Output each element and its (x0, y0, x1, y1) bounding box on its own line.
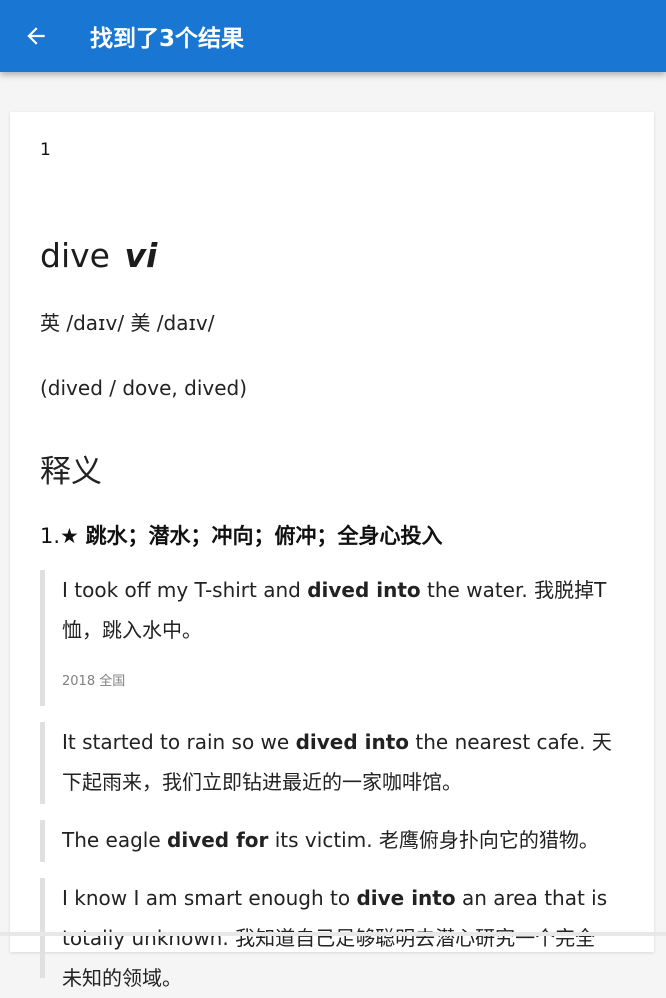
example-sentence: The eagle dived for its victim. 老鹰俯身扑向它的… (40, 820, 615, 862)
example-keyword: dived for (167, 828, 269, 852)
result-card: 1 dive vi 英 /daɪv/ 美 /daɪv/ (dived / dov… (10, 112, 654, 990)
sense-number: 1.★ (40, 524, 79, 548)
example-keyword: dive into (356, 886, 456, 910)
sense-text: 跳水；潜水；冲向；俯冲；全身心投入 (85, 524, 443, 548)
headword-text: dive (40, 236, 110, 275)
example-sentence: It started to rain so we dived into the … (40, 722, 615, 804)
result-index: 1 (40, 140, 51, 160)
example-keyword: dived into (307, 578, 421, 602)
verb-forms: (dived / dove, dived) (40, 376, 248, 400)
back-button[interactable] (0, 0, 72, 72)
headword: dive vi (40, 236, 157, 275)
example-text: I took off my T-shirt and (62, 578, 308, 602)
page-title: 找到了3个结果 (90, 26, 245, 52)
example-text: The eagle (62, 828, 168, 852)
example-text: I know I am smart enough to (62, 886, 357, 910)
example-keyword: dived into (295, 730, 410, 754)
part-of-speech: vi (124, 236, 158, 275)
sense-definition: 1.★ 跳水；潜水；冲向；俯冲；全身心投入 (40, 520, 443, 550)
example-source: 2018 全国 (62, 674, 126, 689)
bottom-divider (0, 932, 666, 936)
arrow-left-icon (27, 27, 45, 45)
example-text: It started to rain so we (62, 730, 296, 754)
phonetics: 英 /daɪv/ 美 /daɪv/ (40, 311, 215, 335)
example-sentence: I took off my T-shirt and dived into the… (40, 570, 615, 706)
example-text: its victim. 老鹰俯身扑向它的猎物。 (268, 828, 599, 852)
example-sentence: I know I am smart enough to dive into an… (40, 878, 615, 990)
app-bar: 找到了3个结果 (0, 0, 666, 72)
section-title: 释义 (40, 454, 102, 490)
